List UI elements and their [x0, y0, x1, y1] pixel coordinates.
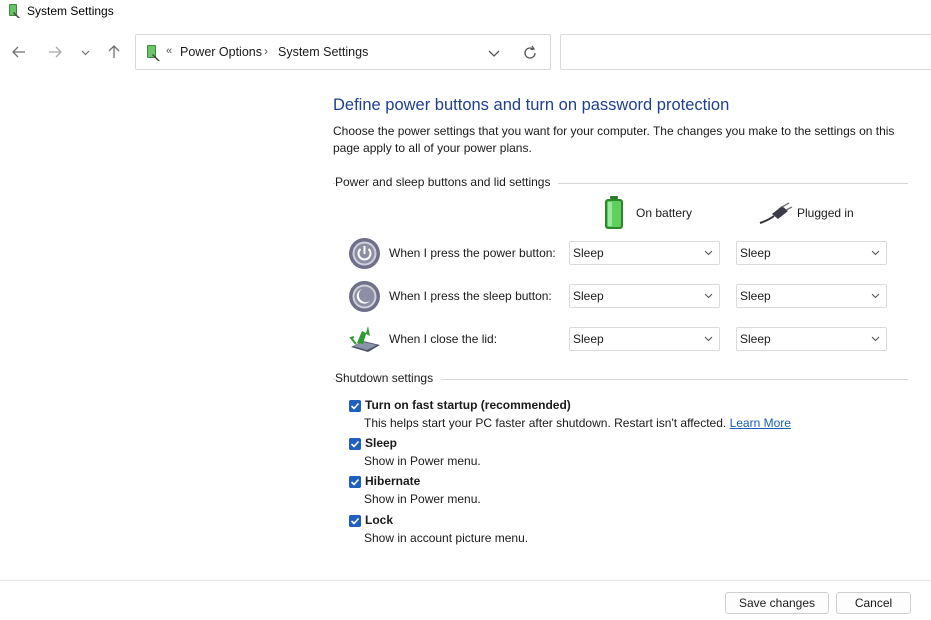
- select-value: Sleep: [740, 289, 771, 303]
- chevron-down-icon: [81, 50, 89, 56]
- setting-label: When I press the sleep button:: [389, 289, 552, 303]
- page-title: Define power buttons and turn on passwor…: [333, 96, 730, 114]
- power-button-battery-select[interactable]: Sleep: [569, 241, 720, 265]
- breadcrumb-system-settings[interactable]: System Settings: [278, 45, 368, 59]
- breadcrumb-separator-icon[interactable]: ›: [264, 44, 268, 58]
- checkbox-description: Show in Power menu.: [364, 492, 481, 506]
- chevron-down-icon: [704, 250, 713, 256]
- checkbox-label[interactable]: Turn on fast startup (recommended): [365, 398, 571, 412]
- refresh-icon[interactable]: [520, 43, 540, 63]
- window-title: System Settings: [27, 4, 114, 18]
- setting-row-sleep-button: When I press the sleep button: Sleep Sle…: [345, 277, 905, 317]
- breadcrumb-power-options[interactable]: Power Options: [180, 45, 262, 59]
- setting-label: When I close the lid:: [389, 332, 498, 346]
- forward-button[interactable]: [44, 41, 66, 63]
- address-bar[interactable]: « Power Options › System Settings: [135, 34, 551, 70]
- laptop-lid-icon: [349, 326, 380, 352]
- navigation-bar: « Power Options › System Settings: [0, 33, 931, 71]
- checkbox-description: Show in account picture menu.: [364, 531, 529, 545]
- breadcrumb-overflow-icon[interactable]: «: [166, 45, 172, 57]
- section-header-label: Shutdown settings: [335, 371, 442, 385]
- power-options-icon: [147, 45, 160, 61]
- footer-divider: [0, 580, 931, 581]
- arrow-right-icon: [49, 46, 62, 58]
- recent-locations-button[interactable]: [75, 41, 95, 63]
- select-value: Sleep: [573, 332, 604, 346]
- lock-checkbox[interactable]: [349, 515, 361, 527]
- checkbox-label[interactable]: Hibernate: [365, 474, 420, 488]
- column-label-battery: On battery: [636, 206, 693, 220]
- search-input[interactable]: [560, 34, 931, 70]
- cancel-button[interactable]: Cancel: [836, 592, 911, 614]
- chevron-down-icon: [871, 250, 880, 256]
- select-value: Sleep: [573, 289, 604, 303]
- section-header-power-buttons: Power and sleep buttons and lid settings: [333, 175, 908, 191]
- fast-startup-checkbox[interactable]: [349, 400, 361, 412]
- column-header-plugged: Plugged in: [758, 196, 878, 230]
- power-options-icon: [9, 4, 20, 18]
- up-button[interactable]: [103, 41, 125, 63]
- lid-battery-select[interactable]: Sleep: [569, 327, 720, 351]
- main-content: Define power buttons and turn on passwor…: [333, 96, 908, 157]
- arrow-up-icon: [108, 45, 120, 58]
- section-header-shutdown: Shutdown settings: [333, 371, 908, 387]
- sleep-button-battery-select[interactable]: Sleep: [569, 284, 720, 308]
- select-value: Sleep: [740, 332, 771, 346]
- hibernate-checkbox[interactable]: [349, 476, 361, 488]
- section-header-label: Power and sleep buttons and lid settings: [335, 175, 559, 189]
- page-intro: Choose the power settings that you want …: [333, 124, 895, 155]
- setting-row-lid: When I close the lid: Sleep Sleep: [345, 320, 905, 360]
- checkbox-description: This helps start your PC faster after sh…: [364, 416, 791, 430]
- sleep-checkbox[interactable]: [349, 438, 361, 450]
- power-button-plugged-select[interactable]: Sleep: [736, 241, 887, 265]
- chevron-down-icon: [704, 293, 713, 299]
- battery-icon: [605, 196, 623, 229]
- power-button-icon: [349, 238, 380, 269]
- power-plug-icon: [759, 202, 793, 224]
- checkbox-label[interactable]: Sleep: [365, 436, 397, 450]
- sleep-button-plugged-select[interactable]: Sleep: [736, 284, 887, 308]
- checkbox-description: Show in Power menu.: [364, 454, 481, 468]
- learn-more-link[interactable]: Learn More: [730, 416, 791, 430]
- column-header-battery: On battery: [603, 196, 713, 230]
- select-value: Sleep: [573, 246, 604, 260]
- back-button[interactable]: [8, 41, 30, 63]
- setting-row-power-button: When I press the power button: Sleep Sle…: [345, 234, 905, 274]
- lid-plugged-select[interactable]: Sleep: [736, 327, 887, 351]
- setting-label: When I press the power button:: [389, 246, 556, 260]
- chevron-down-icon: [871, 336, 880, 342]
- checkbox-label[interactable]: Lock: [365, 513, 393, 527]
- description-text: This helps start your PC faster after sh…: [364, 416, 730, 430]
- chevron-down-icon: [871, 293, 880, 299]
- select-value: Sleep: [740, 246, 771, 260]
- chevron-down-icon: [704, 336, 713, 342]
- sleep-button-icon: [349, 281, 380, 312]
- arrow-left-icon: [12, 46, 25, 58]
- address-dropdown-icon[interactable]: [484, 43, 504, 63]
- save-changes-button[interactable]: Save changes: [725, 592, 829, 614]
- column-label-plugged: Plugged in: [797, 206, 854, 220]
- title-bar: System Settings: [0, 0, 931, 24]
